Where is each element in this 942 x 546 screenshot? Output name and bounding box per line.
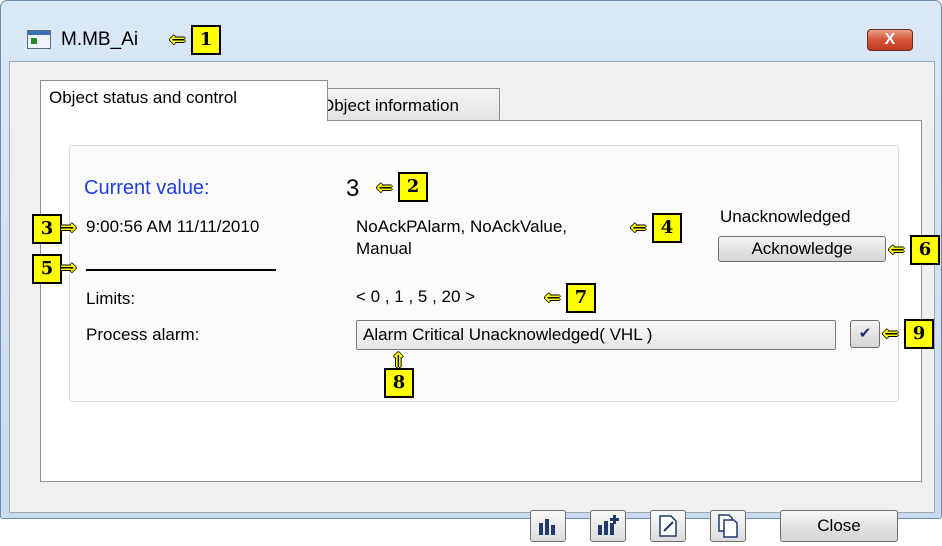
dialog-client-area: Object status and control Object informa… — [9, 61, 940, 542]
callout-badge: 3 — [32, 214, 62, 244]
current-value-label: Current value: — [84, 177, 210, 199]
callout-badge: 7 — [566, 283, 596, 313]
status-group: Current value: 3 ⇐ 2 3 ⇒ 9:00:56 AM 11/1… — [32, 145, 940, 402]
current-value: 3 — [346, 175, 360, 202]
process-alarm-field[interactable]: Alarm Critical Unacknowledged( VHL ) — [356, 320, 836, 350]
callout-arrow-icon: ⇒ — [60, 217, 77, 239]
process-alarm-check-button[interactable]: ✔ — [850, 320, 880, 348]
callout-badge: 1 — [191, 25, 221, 55]
window-title: M.MB_Ai — [61, 29, 139, 50]
trend-chart-icon[interactable] — [530, 510, 566, 542]
tab-panel: Current value: 3 ⇐ 2 3 ⇒ 9:00:56 AM 11/1… — [32, 120, 940, 482]
status-text-line2: Manual — [356, 239, 412, 258]
callout-arrow-icon: ⇒ — [60, 257, 77, 279]
title-bar[interactable]: M.MB_Ai ⇐ 1 X — [1, 1, 941, 55]
timestamp: 9:00:56 AM 11/11/2010 — [86, 217, 260, 236]
acknowledge-button[interactable]: Acknowledge — [718, 236, 886, 262]
tab-object-information[interactable]: Object information — [312, 88, 500, 123]
callout-badge: 2 — [398, 172, 428, 202]
callout-arrow-icon: ⇐ — [169, 29, 186, 51]
edit-document-icon[interactable] — [650, 510, 686, 542]
copy-document-icon[interactable] — [710, 510, 746, 542]
process-alarm-label: Process alarm: — [86, 325, 200, 344]
limits-value: < 0 , 1 , 5 , 20 > — [356, 287, 476, 306]
dialog-window: M.MB_Ai ⇐ 1 X Object status and control … — [0, 0, 942, 542]
app-window-icon — [27, 30, 51, 49]
callout-arrow-icon: ⇐ — [630, 217, 647, 239]
close-button[interactable]: Close — [780, 510, 898, 542]
callout-badge: 4 — [652, 213, 682, 243]
status-text-line1: NoAckPAlarm, NoAckValue, — [356, 217, 567, 236]
tab-object-status-and-control[interactable]: Object status and control — [40, 80, 328, 121]
add-trend-icon[interactable] — [590, 510, 626, 542]
status-line-separator — [86, 269, 276, 271]
callout-arrow-icon: ⇐ — [882, 323, 899, 345]
callout-badge: 6 — [910, 235, 940, 265]
callout-arrow-icon: ⇐ — [544, 287, 561, 309]
callout-badge: 5 — [32, 254, 62, 284]
callout-arrow-icon: ⇐ — [376, 177, 393, 199]
window-close-button[interactable]: X — [867, 29, 913, 51]
ack-state-text: Unacknowledged — [720, 207, 851, 226]
callout-badge: 9 — [904, 319, 934, 349]
limits-label: Limits: — [86, 289, 136, 308]
callout-badge: 8 — [384, 368, 414, 398]
callout-arrow-icon: ⇐ — [888, 239, 905, 261]
